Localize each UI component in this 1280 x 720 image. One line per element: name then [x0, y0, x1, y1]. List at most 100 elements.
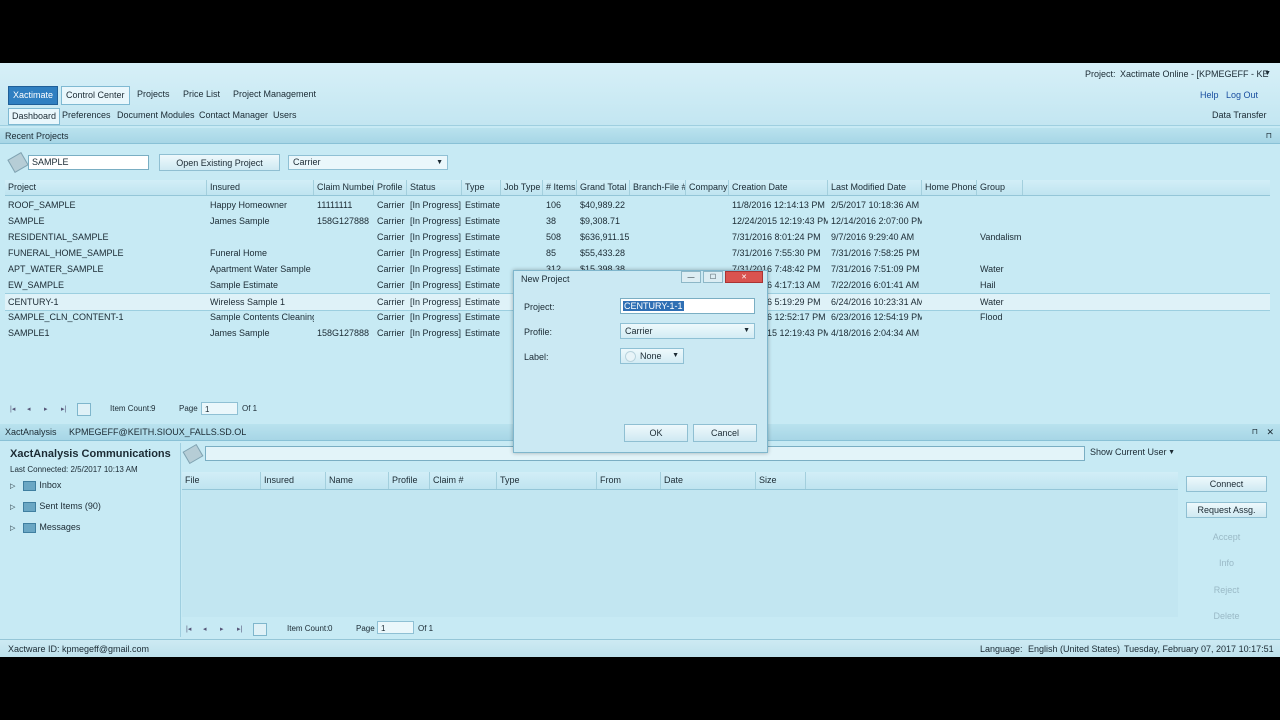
col-last-modified-date[interactable]: Last Modified Date — [828, 180, 922, 195]
submenu-preferences[interactable]: Preferences — [59, 108, 114, 123]
delete-button[interactable]: Delete — [1186, 608, 1267, 624]
menu-control-center[interactable]: Control Center — [61, 86, 130, 105]
data-transfer-link[interactable]: Data Transfer — [1209, 108, 1270, 123]
xa-col-size[interactable]: Size — [756, 472, 806, 489]
messages-icon — [23, 522, 37, 533]
submenu-document-modules[interactable]: Document Modules — [114, 108, 198, 123]
cell-last-modified-date: 9/7/2016 9:29:40 AM — [831, 232, 915, 242]
menu-project-management[interactable]: Project Management — [229, 86, 320, 103]
xa-col-profile[interactable]: Profile — [389, 472, 430, 489]
col-status[interactable]: Status — [407, 180, 462, 195]
next-page-icon[interactable]: ▸ — [220, 625, 224, 633]
new-page-icon[interactable] — [77, 403, 91, 416]
ok-button[interactable]: OK — [624, 424, 688, 442]
close-icon[interactable]: ✕ — [725, 271, 763, 283]
cell-type: Estimate — [465, 248, 501, 258]
col-creation-date[interactable]: Creation Date — [729, 180, 828, 195]
col-type[interactable]: Type — [462, 180, 501, 195]
table-row[interactable]: SAMPLE James Sample 158G127888 Carrier [In P… — [5, 213, 1270, 229]
chevron-down-icon: ▼ — [672, 352, 679, 359]
col-project[interactable]: Project — [5, 180, 207, 195]
project-selector[interactable]: Xactimate Online - [KPMEGEFF - KE ▼ — [1116, 67, 1275, 81]
submenu-dashboard[interactable]: Dashboard — [8, 108, 61, 125]
cell-last-modified-date: 6/24/2016 10:23:31 AM — [831, 297, 922, 307]
cell-claim-number — [314, 309, 374, 325]
cancel-button[interactable]: Cancel — [693, 424, 757, 442]
xa-communications-title: XactAnalysis Communications — [10, 448, 171, 460]
eraser-icon[interactable] — [7, 152, 29, 173]
help-link[interactable]: Help — [1200, 90, 1219, 100]
table-row[interactable]: RESIDENTIAL_SAMPLE Carrier [In Progress] Es… — [5, 229, 1270, 245]
first-page-icon[interactable]: |◂ — [10, 405, 15, 413]
new-page-icon[interactable] — [253, 623, 267, 636]
cell-company — [686, 245, 729, 261]
xa-page-number-input[interactable]: 1 — [377, 621, 414, 634]
table-row[interactable]: FUNERAL_HOME_SAMPLE Funeral Home Carrier [I… — [5, 245, 1270, 261]
eraser-icon[interactable] — [182, 443, 204, 465]
menu-price-list[interactable]: Price List — [179, 86, 224, 103]
menu-xactimate[interactable]: Xactimate — [8, 86, 59, 105]
item-count-label: Item Count: — [110, 404, 152, 413]
request-assignment-button[interactable]: Request Assg. — [1186, 502, 1267, 518]
tree-sent-items[interactable]: ▷ Sent Items (90) — [10, 499, 101, 513]
cell-branch-file — [630, 229, 686, 245]
page-number-input[interactable]: 1 — [201, 402, 238, 415]
xa-col-type[interactable]: Type — [497, 472, 597, 489]
expand-icon[interactable]: ▷ — [10, 504, 15, 511]
xa-col-name[interactable]: Name — [326, 472, 389, 489]
reject-button[interactable]: Reject — [1186, 582, 1267, 598]
first-page-icon[interactable]: |◂ — [186, 625, 191, 633]
project-name-input[interactable]: CENTURY-1-1 — [620, 298, 755, 314]
xa-col-file[interactable]: File — [182, 472, 261, 489]
last-page-icon[interactable]: ▸| — [61, 405, 66, 413]
cell-last-modified-date: 2/5/2017 10:18:36 AM — [831, 200, 920, 210]
connect-button[interactable]: Connect — [1186, 476, 1267, 492]
xa-col-claim[interactable]: Claim # — [430, 472, 497, 489]
logout-link[interactable]: Log Out — [1226, 90, 1258, 100]
cell-status: [In Progress] — [410, 280, 462, 290]
col-grand-total[interactable]: Grand Total — [577, 180, 630, 195]
xa-col-from[interactable]: From — [597, 472, 661, 489]
tree-messages[interactable]: ▷ Messages — [10, 520, 80, 534]
last-page-icon[interactable]: ▸| — [237, 625, 242, 633]
show-current-user-select[interactable]: Show Current User ▼ — [1086, 446, 1179, 461]
prev-page-icon[interactable]: ◂ — [203, 625, 207, 633]
project-name-value: CENTURY-1-1 — [623, 301, 684, 311]
label-select[interactable]: None ▼ — [620, 348, 684, 364]
col-home-phone[interactable]: Home Phone — [922, 180, 977, 195]
col-group[interactable]: Group — [977, 180, 1023, 195]
next-page-icon[interactable]: ▸ — [44, 405, 48, 413]
pin-icon[interactable]: ⊓ — [1252, 424, 1258, 440]
cell-last-modified-date: 7/31/2016 7:58:25 PM — [831, 248, 920, 258]
tree-inbox[interactable]: ▷ Inbox — [10, 478, 61, 492]
pin-icon[interactable]: ⊓ — [1266, 128, 1272, 144]
project-search-input[interactable]: SAMPLE — [28, 155, 149, 170]
xa-col-insured[interactable]: Insured — [261, 472, 326, 489]
status-datetime: Tuesday, February 07, 2017 10:17:51 AM — [1124, 644, 1274, 654]
profile-filter-select[interactable]: Carrier ▼ — [288, 155, 448, 170]
xa-col-date[interactable]: Date — [661, 472, 756, 489]
info-button[interactable]: Info — [1186, 555, 1267, 571]
cell-last-modified-date: 7/22/2016 6:01:41 AM — [831, 280, 920, 290]
menu-projects[interactable]: Projects — [133, 86, 174, 103]
prev-page-icon[interactable]: ◂ — [27, 405, 31, 413]
cell-profile: Carrier — [377, 280, 405, 290]
maximize-icon[interactable]: ☐ — [703, 271, 723, 283]
accept-button[interactable]: Accept — [1186, 529, 1267, 545]
col-items[interactable]: # Items — [543, 180, 577, 195]
minimize-icon[interactable]: — — [681, 271, 701, 283]
profile-select[interactable]: Carrier ▼ — [620, 323, 755, 339]
expand-icon[interactable]: ▷ — [10, 483, 15, 490]
close-icon[interactable]: ✕ — [1266, 424, 1274, 440]
open-existing-project-button[interactable]: Open Existing Project — [159, 154, 280, 171]
col-profile[interactable]: Profile — [374, 180, 407, 195]
col-company[interactable]: Company — [686, 180, 729, 195]
submenu-contact-manager[interactable]: Contact Manager — [196, 108, 271, 123]
col-insured[interactable]: Insured — [207, 180, 314, 195]
submenu-users[interactable]: Users — [270, 108, 300, 123]
expand-icon[interactable]: ▷ — [10, 525, 15, 532]
col-branch-file[interactable]: Branch-File # — [630, 180, 686, 195]
col-job-type[interactable]: Job Type — [501, 180, 543, 195]
col-claim-number[interactable]: Claim Number — [314, 180, 374, 195]
table-row[interactable]: ROOF_SAMPLE Happy Homeowner 11111111 Carrie… — [5, 197, 1270, 213]
